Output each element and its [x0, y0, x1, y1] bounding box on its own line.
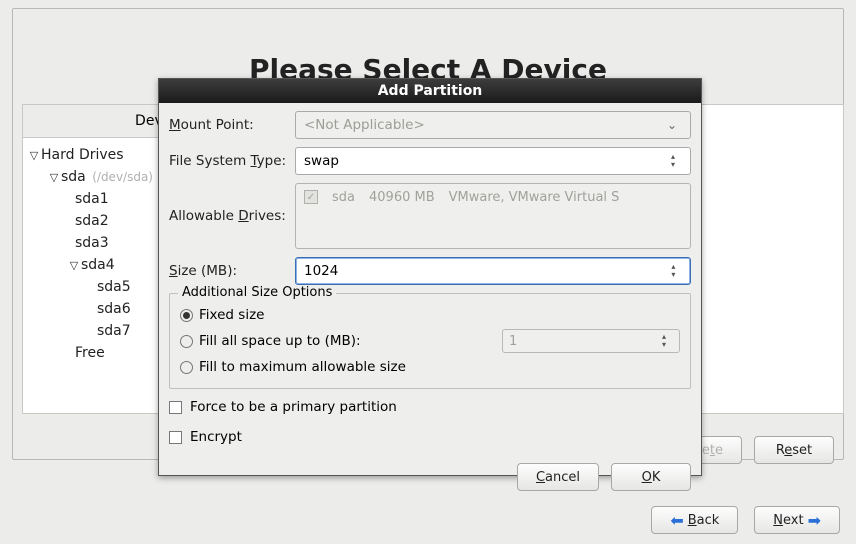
fill-up-to-input: 1 ▴▾	[502, 329, 680, 353]
device-path: (/dev/sda)	[92, 170, 153, 184]
drive-desc: VMware, VMware Virtual S	[449, 190, 620, 205]
size-input[interactable]: ▴▾	[295, 257, 691, 285]
encrypt-checkbox-row[interactable]: Encrypt	[169, 425, 691, 449]
add-partition-dialog: Add Partition Mount Point: <Not Applicab…	[158, 78, 702, 476]
size-options-legend: Additional Size Options	[178, 285, 336, 300]
wizard-nav-bar: ⬅Back ➡Next	[651, 506, 840, 534]
arrow-right-icon: ➡	[808, 511, 821, 530]
radio-fill-max[interactable]: Fill to maximum allowable size	[180, 354, 680, 380]
mount-point-combo[interactable]: <Not Applicable> ⌄	[295, 111, 691, 139]
drive-checkbox: ✓	[304, 190, 318, 204]
primary-checkbox-row[interactable]: Force to be a primary partition	[169, 395, 691, 419]
expander-icon[interactable]: ▽	[47, 171, 61, 184]
size-label: Size (MB):	[169, 263, 295, 279]
radio-fixed-size[interactable]: Fixed size	[180, 302, 680, 328]
size-field[interactable]	[304, 263, 665, 279]
radio-icon	[180, 361, 193, 374]
mount-point-label: Mount Point:	[169, 117, 295, 133]
fs-type-label: File System Type:	[169, 153, 295, 169]
allowable-drives-label: Allowable Drives:	[169, 208, 295, 224]
dialog-actions: Cancel OK	[159, 457, 701, 501]
checkbox-icon	[169, 401, 182, 414]
ok-button[interactable]: OK	[611, 463, 691, 491]
spinner-icon: ▴▾	[655, 333, 673, 349]
arrow-left-icon: ⬅	[670, 511, 683, 530]
next-button[interactable]: ➡Next	[754, 506, 840, 534]
expander-icon[interactable]: ▽	[67, 259, 81, 272]
drive-size: 40960 MB	[369, 190, 435, 205]
reset-button[interactable]: Reset	[754, 436, 834, 464]
radio-icon	[180, 335, 193, 348]
back-button[interactable]: ⬅Back	[651, 506, 738, 534]
cancel-button[interactable]: Cancel	[517, 463, 599, 491]
checkbox-icon	[169, 431, 182, 444]
drive-name: sda	[332, 190, 355, 205]
dialog-title: Add Partition	[159, 79, 701, 103]
expander-icon[interactable]: ▽	[27, 149, 41, 162]
radio-icon	[180, 309, 193, 322]
chevron-down-icon: ⌄	[662, 118, 682, 132]
radio-fill-up-to[interactable]: Fill all space up to (MB): 1 ▴▾	[180, 328, 680, 354]
size-options-fieldset: Additional Size Options Fixed size Fill …	[169, 293, 691, 389]
allowable-drives-list: ✓ sda 40960 MB VMware, VMware Virtual S	[295, 183, 691, 249]
fs-type-combo[interactable]: swap ▴▾	[295, 147, 691, 175]
spinner-icon[interactable]: ▴▾	[665, 263, 682, 279]
updown-icon: ▴▾	[664, 153, 682, 169]
